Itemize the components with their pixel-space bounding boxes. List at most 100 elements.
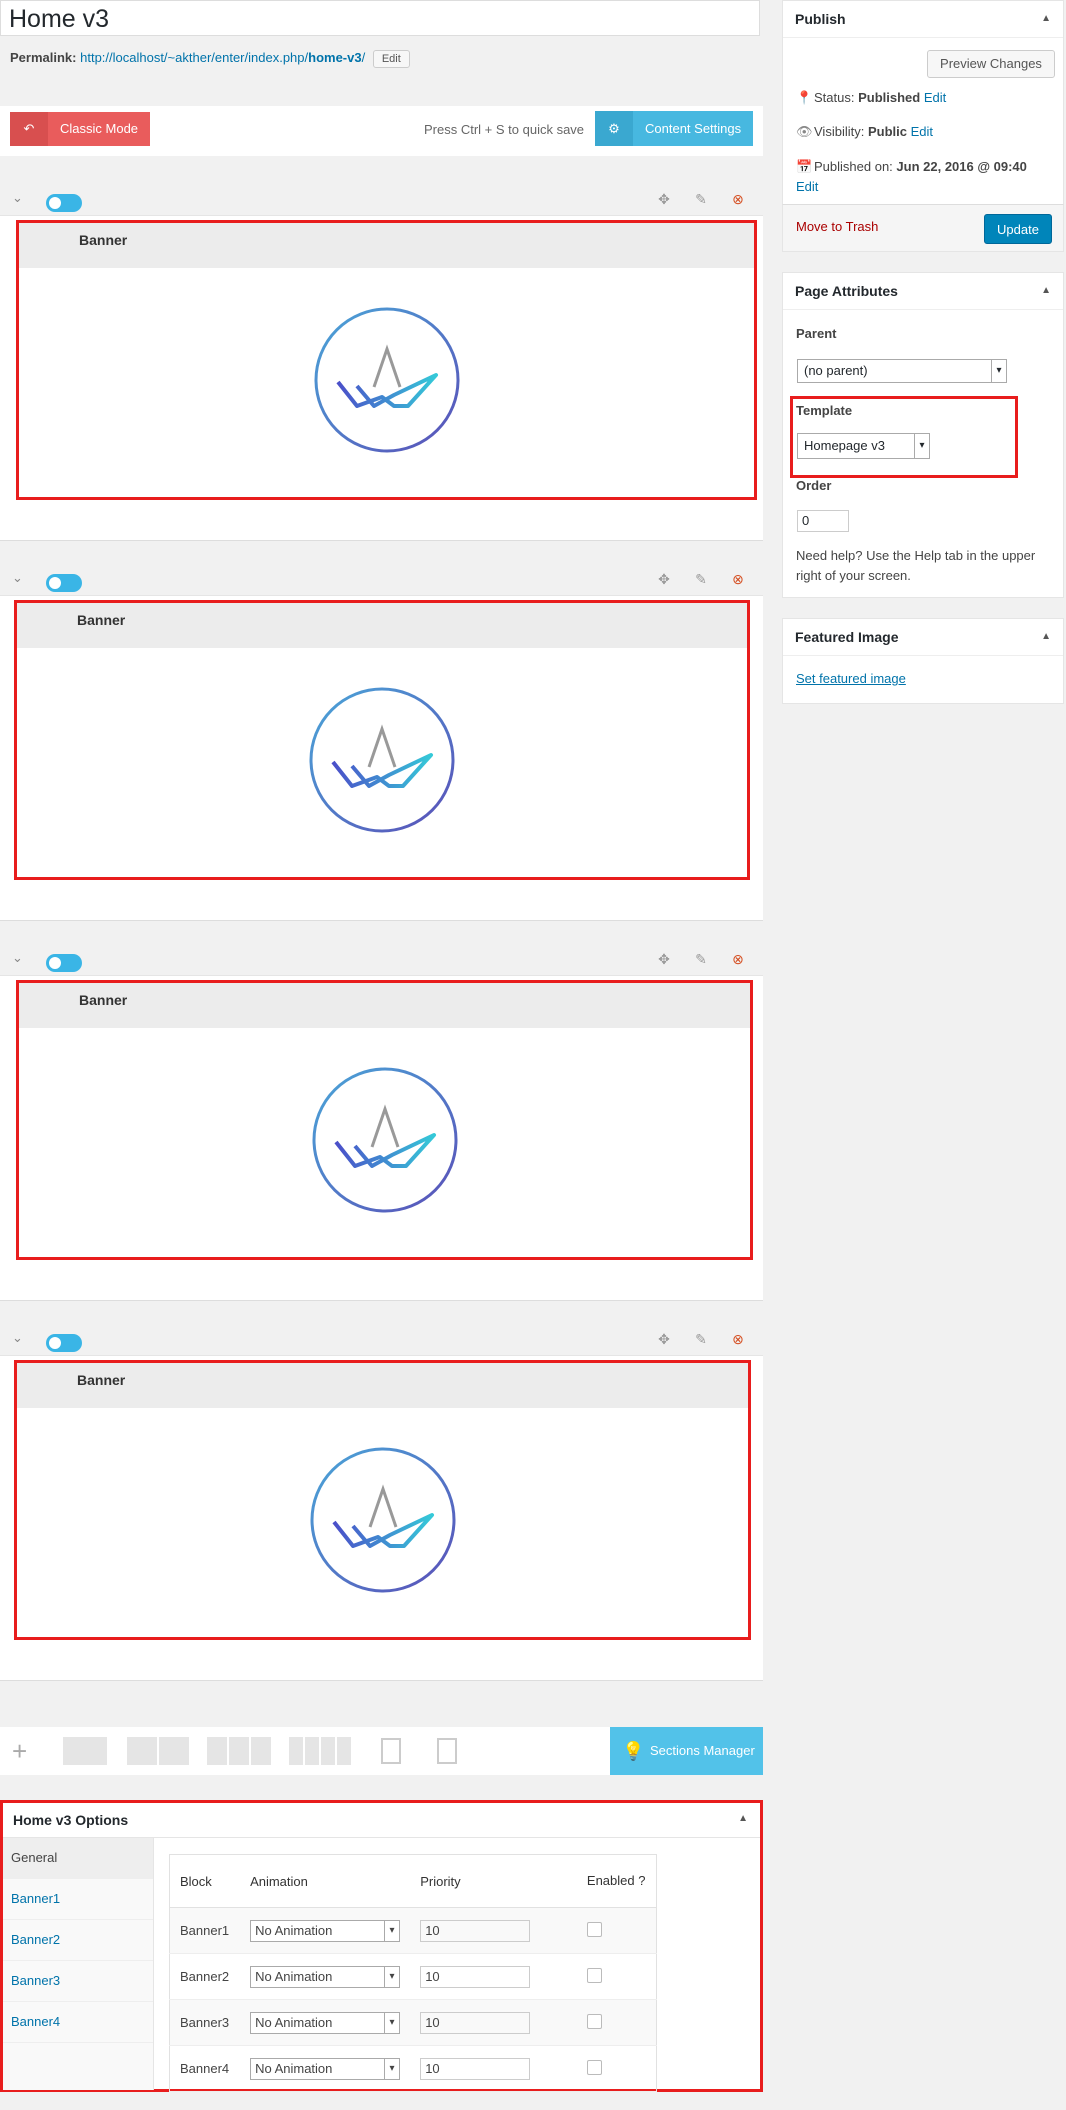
close-icon[interactable]: ⊗ xyxy=(727,571,749,591)
eye-icon: 👁 xyxy=(796,124,813,139)
layout-one-column[interactable] xyxy=(63,1737,109,1765)
sections-manager-button[interactable]: 💡 Sections Manager xyxy=(610,1727,763,1775)
animation-select[interactable]: No Animation xyxy=(250,1965,401,1988)
preview-changes-button[interactable]: Preview Changes xyxy=(927,50,1055,78)
layout-four-columns[interactable] xyxy=(289,1737,353,1765)
update-button[interactable]: Update xyxy=(984,214,1052,244)
help-text: Need help? Use the Help tab in the upper… xyxy=(796,548,1036,583)
page-title-input[interactable]: Home v3 xyxy=(0,0,760,36)
section-toggle[interactable] xyxy=(46,574,82,592)
status-edit-link[interactable]: Edit xyxy=(924,90,946,105)
banner-block[interactable]: Banner xyxy=(14,600,750,880)
options-tab-banner3[interactable]: Banner3 xyxy=(3,1961,153,2002)
parent-select[interactable]: (no parent) xyxy=(797,359,1007,383)
close-icon[interactable]: ⊗ xyxy=(727,191,749,211)
banner-logo-icon xyxy=(312,1067,457,1213)
clipboard-icon[interactable] xyxy=(437,1738,457,1764)
section-toggle[interactable] xyxy=(46,194,82,212)
banner-title-bar: Banner xyxy=(17,1363,748,1408)
undo-arrow-icon: ↶ xyxy=(10,112,48,146)
block-name: Banner4 xyxy=(169,2045,241,2092)
template-label: Template xyxy=(796,403,853,418)
collapse-arrow-icon[interactable]: ▲ xyxy=(738,1813,748,1824)
animation-select[interactable]: No Animation xyxy=(250,2057,401,2080)
move-icon[interactable]: ✥ xyxy=(653,191,675,211)
move-icon[interactable]: ✥ xyxy=(653,571,675,591)
layout-three-columns[interactable] xyxy=(207,1737,273,1765)
set-featured-image-link[interactable]: Set featured image xyxy=(796,671,906,686)
order-input[interactable]: 0 xyxy=(797,510,849,532)
visibility-edit-link[interactable]: Edit xyxy=(911,124,933,139)
section-toggle[interactable] xyxy=(46,1334,82,1352)
chevron-down-icon[interactable]: ⌄ xyxy=(12,190,23,206)
priority-input[interactable]: 10 xyxy=(420,2011,531,2034)
banner-title-bar: Banner xyxy=(17,603,747,648)
priority-input[interactable]: 10 xyxy=(420,1919,531,1942)
pin-icon: 📍 xyxy=(796,90,813,105)
classic-mode-button[interactable]: ↶ Classic Mode xyxy=(10,112,150,146)
edit-icon[interactable]: ✎ xyxy=(690,951,712,971)
section-header: ⌄ ✥ ✎ ⊗ xyxy=(0,186,763,216)
content-settings-button[interactable]: ⚙ Content Settings xyxy=(595,111,753,146)
permalink-link[interactable]: http://localhost/~akther/enter/index.php… xyxy=(80,50,365,65)
move-to-trash-link[interactable]: Move to Trash xyxy=(796,219,878,234)
options-tab-banner4[interactable]: Banner4 xyxy=(3,2002,153,2043)
publish-title: Publish xyxy=(795,11,846,27)
enabled-checkbox[interactable] xyxy=(586,1967,602,1983)
section-header: ⌄ ✥ ✎ ⊗ xyxy=(0,1326,763,1356)
banner-block[interactable]: Banner xyxy=(14,1360,751,1640)
options-tab-banner2[interactable]: Banner2 xyxy=(3,1920,153,1961)
enabled-checkbox[interactable] xyxy=(586,2059,602,2075)
chevron-down-icon[interactable]: ⌄ xyxy=(12,1330,23,1346)
column-header-animation: Animation xyxy=(240,1854,411,1908)
move-icon[interactable]: ✥ xyxy=(653,1331,675,1351)
document-icon[interactable] xyxy=(381,1738,401,1764)
chevron-down-icon[interactable]: ⌄ xyxy=(12,950,23,966)
collapse-arrow-icon[interactable]: ▲ xyxy=(1041,285,1051,296)
edit-icon[interactable]: ✎ xyxy=(690,191,712,211)
options-header[interactable]: Home v3 Options ▲ xyxy=(3,1803,760,1838)
banner-block[interactable]: Banner xyxy=(16,220,757,500)
published-on-row: 📅 Published on: Jun 22, 2016 @ 09:40 Edit xyxy=(796,159,1027,194)
chevron-down-icon[interactable]: ⌄ xyxy=(12,570,23,586)
move-icon[interactable]: ✥ xyxy=(653,951,675,971)
enabled-checkbox[interactable] xyxy=(586,2013,602,2029)
enabled-checkbox[interactable] xyxy=(586,1921,602,1937)
edit-icon[interactable]: ✎ xyxy=(690,571,712,591)
section-tools: ✥ ✎ ⊗ xyxy=(653,946,763,975)
priority-input[interactable]: 10 xyxy=(420,2057,531,2080)
close-icon[interactable]: ⊗ xyxy=(727,951,749,971)
published-edit-link[interactable]: Edit xyxy=(796,179,818,194)
banner-title-bar: Banner xyxy=(19,983,750,1028)
home-options-panel: Home v3 Options ▲ General Banner1 Banner… xyxy=(0,1800,763,2092)
banner-label: Banner xyxy=(79,232,128,248)
publish-header[interactable]: Publish ▲ xyxy=(783,1,1063,38)
edit-icon[interactable]: ✎ xyxy=(690,1331,712,1351)
section-header: ⌄ ✥ ✎ ⊗ xyxy=(0,946,763,976)
animation-select[interactable]: No Animation xyxy=(250,1919,401,1942)
column-header-block: Block xyxy=(169,1854,241,1908)
featured-image-title: Featured Image xyxy=(795,629,899,645)
column-header-priority: Priority xyxy=(410,1854,577,1908)
close-icon[interactable]: ⊗ xyxy=(727,1331,749,1351)
priority-input[interactable]: 10 xyxy=(420,1965,531,1988)
table-row: Banner1 No Animation 10 xyxy=(169,1907,657,1954)
page-attributes-header[interactable]: Page Attributes ▲ xyxy=(783,273,1063,310)
collapse-arrow-icon[interactable]: ▲ xyxy=(1041,631,1051,642)
collapse-arrow-icon[interactable]: ▲ xyxy=(1041,13,1051,24)
add-section-icon[interactable]: + xyxy=(12,1736,27,1767)
featured-image-header[interactable]: Featured Image ▲ xyxy=(783,619,1063,656)
banner-block[interactable]: Banner xyxy=(16,980,753,1260)
template-select[interactable]: Homepage v3 xyxy=(797,433,930,459)
animation-select[interactable]: No Animation xyxy=(250,2011,401,2034)
options-tab-banner1[interactable]: Banner1 xyxy=(3,1879,153,1920)
section-toggle[interactable] xyxy=(46,954,82,972)
banner-label: Banner xyxy=(79,992,128,1008)
table-row: Banner3 No Animation 10 xyxy=(169,1999,657,2046)
layout-two-columns[interactable] xyxy=(127,1737,191,1765)
permalink: Permalink: http://localhost/~akther/ente… xyxy=(10,50,410,68)
options-tab-general[interactable]: General xyxy=(3,1838,153,1879)
permalink-edit-button[interactable]: Edit xyxy=(372,50,410,68)
content-section: ⌄ ✥ ✎ ⊗ Banner xyxy=(0,566,763,921)
calendar-icon: 📅 xyxy=(796,159,813,174)
